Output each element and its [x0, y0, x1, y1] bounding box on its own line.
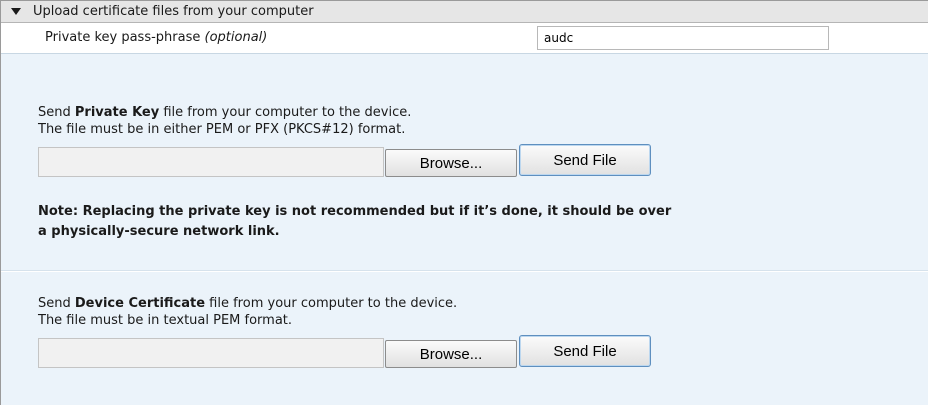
device-cert-send-file-button[interactable]: Send File	[519, 335, 651, 367]
device-cert-instruction: Send Device Certificate file from your c…	[38, 296, 457, 311]
private-key-panel: Send Private Key file from your computer…	[1, 54, 928, 271]
private-key-send-file-button[interactable]: Send File	[519, 144, 651, 176]
upload-certificate-panel: Upload certificate files from your compu…	[0, 0, 928, 405]
private-key-line1-prefix: Send	[38, 105, 75, 120]
private-key-note-line1: Note: Replacing the private key is not r…	[38, 204, 672, 219]
device-cert-line1-bold: Device Certificate	[74, 296, 206, 311]
private-key-file-path-field[interactable]	[38, 147, 384, 177]
device-cert-browse-button[interactable]: Browse...	[385, 340, 517, 368]
private-key-line1-bold: Private Key	[74, 105, 160, 120]
passphrase-label: Private key pass-phrase (optional)	[45, 30, 267, 45]
private-key-line1-suffix: file from your computer to the device.	[159, 105, 412, 120]
device-cert-file-path-field[interactable]	[38, 338, 384, 368]
device-cert-line1-prefix: Send	[38, 296, 75, 311]
private-key-instruction: Send Private Key file from your computer…	[38, 105, 411, 120]
collapse-arrow-icon[interactable]	[11, 8, 21, 15]
passphrase-input[interactable]	[537, 26, 829, 50]
passphrase-label-text: Private key pass-phrase	[45, 30, 205, 45]
private-key-browse-button[interactable]: Browse...	[385, 149, 517, 177]
passphrase-row: Private key pass-phrase (optional)	[1, 23, 928, 54]
private-key-format-text: The file must be in either PEM or PFX (P…	[38, 122, 406, 137]
section-header-upload-certificates[interactable]: Upload certificate files from your compu…	[1, 1, 928, 23]
passphrase-optional-text: (optional)	[204, 30, 268, 45]
device-certificate-panel: Send Device Certificate file from your c…	[1, 272, 928, 405]
device-cert-format-text: The file must be in textual PEM format.	[38, 313, 293, 328]
device-cert-line1-suffix: file from your computer to the device.	[205, 296, 458, 311]
section-title: Upload certificate files from your compu…	[33, 4, 314, 19]
private-key-note-line2: a physically-secure network link.	[38, 224, 280, 239]
